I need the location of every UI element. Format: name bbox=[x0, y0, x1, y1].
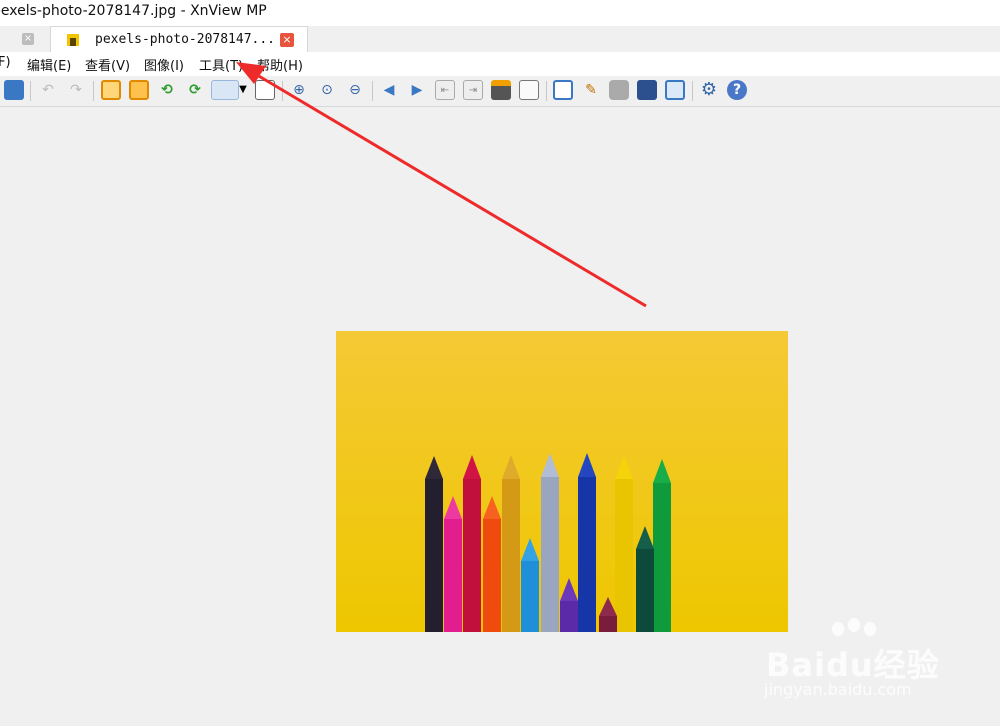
capture-icon[interactable] bbox=[665, 80, 685, 100]
toolbar-separator bbox=[372, 81, 373, 101]
menu-view[interactable]: 查看(V) bbox=[85, 55, 130, 74]
title-bar: pexels-photo-2078147.jpg - XnView MP bbox=[0, 0, 1000, 26]
last-icon[interactable]: ⇥ bbox=[463, 80, 483, 100]
zoom-in-icon[interactable]: ⊕ bbox=[289, 80, 309, 100]
help-icon[interactable]: ? bbox=[727, 80, 747, 100]
redo-icon[interactable]: ↷ bbox=[66, 80, 86, 100]
toolbar-separator bbox=[282, 81, 283, 101]
exif-icon[interactable] bbox=[255, 80, 275, 100]
color-adjust-icon[interactable] bbox=[211, 80, 239, 100]
paw-icon bbox=[832, 622, 844, 636]
paw-icon bbox=[848, 618, 860, 632]
scan-icon[interactable] bbox=[637, 80, 657, 100]
toolbar-separator bbox=[692, 81, 693, 101]
slideshow-icon[interactable] bbox=[491, 80, 511, 100]
print-icon[interactable] bbox=[609, 80, 629, 100]
watermark-url: jingyan.baidu.com bbox=[764, 680, 912, 699]
dropdown-arrow-icon[interactable]: ▼ bbox=[237, 80, 249, 100]
menu-tools[interactable]: 工具(T) bbox=[199, 55, 243, 74]
tab-image[interactable]: pexels-photo-2078147... × bbox=[50, 26, 308, 52]
menu-edit[interactable]: 编辑(E) bbox=[27, 55, 71, 74]
crayons-photo bbox=[336, 331, 788, 632]
edit-icon[interactable]: ✎ bbox=[581, 80, 601, 100]
tab-label: pexels-photo-2078147... bbox=[95, 32, 276, 47]
window-title: pexels-photo-2078147.jpg - XnView MP bbox=[0, 3, 267, 19]
zoom-out-icon[interactable]: ⊖ bbox=[345, 80, 365, 100]
toolbar: ↶ ↷ ⟲ ⟳ ▼ ⊕ ⊙ ⊖ ◀ ▶ ⇤ ⇥ ✎ ⚙ ? bbox=[0, 76, 1000, 107]
next-icon[interactable]: ▶ bbox=[407, 80, 427, 100]
zoom-fit-icon[interactable]: ⊙ bbox=[317, 80, 337, 100]
toolbar-separator bbox=[546, 81, 547, 101]
baidu-watermark: Baidu经验 jingyan.baidu.com bbox=[762, 616, 952, 706]
menu-bar: F) 编辑(E) 查看(V) 图像(I) 工具(T) 帮助(H) bbox=[0, 52, 1000, 76]
save-icon[interactable] bbox=[4, 80, 24, 100]
crop-icon[interactable] bbox=[101, 80, 121, 100]
menu-file[interactable]: F) bbox=[0, 55, 11, 70]
first-icon[interactable]: ⇤ bbox=[435, 80, 455, 100]
compare-icon[interactable] bbox=[519, 80, 539, 100]
fullscreen-icon[interactable] bbox=[553, 80, 573, 100]
resize-icon[interactable] bbox=[129, 80, 149, 100]
rotate-right-icon[interactable]: ⟳ bbox=[185, 80, 205, 100]
menu-help[interactable]: 帮助(H) bbox=[257, 55, 303, 74]
toolbar-separator bbox=[30, 81, 31, 101]
toolbar-separator bbox=[93, 81, 94, 101]
rotate-left-icon[interactable]: ⟲ bbox=[157, 80, 177, 100]
image-file-icon bbox=[67, 34, 79, 46]
close-icon[interactable]: × bbox=[22, 33, 34, 45]
tab-bar: 器 × pexels-photo-2078147... × bbox=[0, 26, 1000, 52]
tab-browser[interactable]: 器 × bbox=[0, 26, 50, 52]
paw-icon bbox=[864, 622, 876, 636]
previous-icon[interactable]: ◀ bbox=[379, 80, 399, 100]
close-icon[interactable]: × bbox=[280, 33, 294, 47]
menu-image[interactable]: 图像(I) bbox=[144, 55, 184, 74]
settings-icon[interactable]: ⚙ bbox=[699, 80, 719, 100]
undo-icon[interactable]: ↶ bbox=[38, 80, 58, 100]
